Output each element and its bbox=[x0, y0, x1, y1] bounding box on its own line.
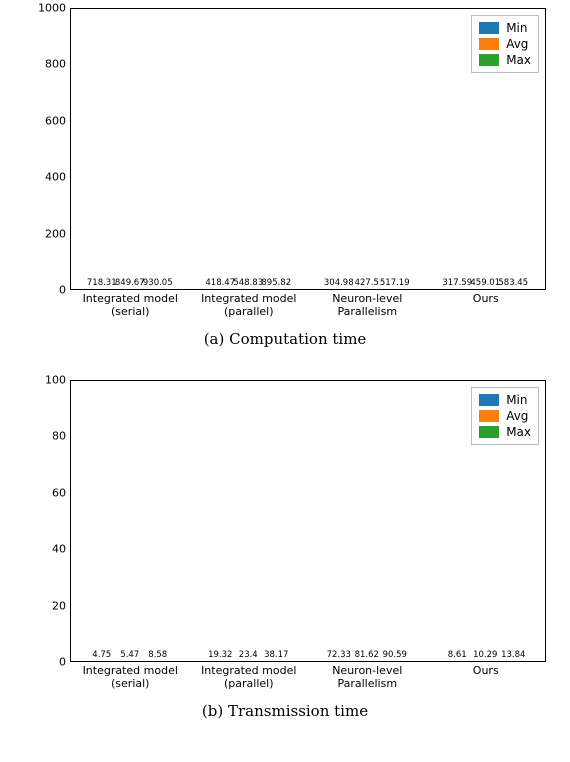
chart-b-legend: Min Avg Max bbox=[471, 387, 539, 445]
bar-value: 72.33 bbox=[327, 650, 351, 660]
legend-swatch-avg bbox=[479, 410, 499, 422]
x-category: Integrated model (parallel) bbox=[191, 289, 307, 318]
legend-row: Avg bbox=[479, 36, 531, 52]
bar-value: 8.61 bbox=[448, 650, 467, 660]
chart-b-plot-wrap: Time Consumption (ms) 0 20 40 60 80 100 … bbox=[70, 380, 546, 662]
chart-b-plot: Min Avg Max 4.75 5.47 8.58 Integrated mo… bbox=[70, 380, 546, 662]
ytick: 60 bbox=[26, 486, 66, 499]
bar-value: 427.5 bbox=[355, 278, 379, 288]
legend-label: Max bbox=[506, 424, 531, 440]
x-category: Integrated model (parallel) bbox=[191, 661, 307, 690]
legend-row: Max bbox=[479, 424, 531, 440]
x-category-line: Integrated model bbox=[201, 664, 296, 677]
x-category-line: (serial) bbox=[111, 677, 149, 690]
ytick: 0 bbox=[26, 656, 66, 669]
ytick: 0 bbox=[26, 284, 66, 297]
bar-value: 718.31 bbox=[87, 278, 117, 288]
ytick: 400 bbox=[26, 171, 66, 184]
legend-swatch-min bbox=[479, 394, 499, 406]
ytick: 800 bbox=[26, 58, 66, 71]
x-category-line: (parallel) bbox=[224, 677, 274, 690]
x-category: Ours bbox=[428, 661, 544, 678]
x-category: Neuron-level Parallelism bbox=[309, 661, 425, 690]
bar-value: 90.59 bbox=[383, 650, 407, 660]
legend-swatch-max bbox=[479, 426, 499, 438]
chart-a-plot-wrap: Time Consumption (ms) 0 200 400 600 800 … bbox=[70, 8, 546, 290]
bar-value: 517.19 bbox=[380, 278, 410, 288]
x-category: Integrated model (serial) bbox=[72, 661, 188, 690]
bar-value: 418.47 bbox=[205, 278, 235, 288]
chart-a-block: Time Consumption (ms) 0 200 400 600 800 … bbox=[10, 8, 560, 348]
ytick: 1000 bbox=[26, 2, 66, 15]
bar-value: 81.62 bbox=[355, 650, 379, 660]
x-category: Integrated model (serial) bbox=[72, 289, 188, 318]
bar-value: 19.32 bbox=[208, 650, 232, 660]
legend-swatch-avg bbox=[479, 38, 499, 50]
x-category-line: Ours bbox=[473, 292, 499, 305]
page: Time Consumption (ms) 0 200 400 600 800 … bbox=[0, 0, 570, 762]
bar-value: 10.29 bbox=[473, 650, 497, 660]
ytick: 100 bbox=[26, 374, 66, 387]
chart-a-plot: Min Avg Max 718.31 849.67 930.05 Integra… bbox=[70, 8, 546, 290]
bar-value: 459.01 bbox=[470, 278, 500, 288]
chart-b-caption: (b) Transmission time bbox=[10, 702, 560, 720]
spacer bbox=[10, 358, 560, 380]
x-category-line: Neuron-level bbox=[332, 292, 402, 305]
legend-label: Min bbox=[506, 20, 527, 36]
bar-value: 5.47 bbox=[120, 650, 139, 660]
legend-row: Min bbox=[479, 392, 531, 408]
x-category-line: Integrated model bbox=[201, 292, 296, 305]
x-category-line: (parallel) bbox=[224, 305, 274, 318]
bar-value: 849.67 bbox=[115, 278, 145, 288]
bar-value: 317.59 bbox=[442, 278, 472, 288]
x-category-line: Ours bbox=[473, 664, 499, 677]
x-category-line: Parallelism bbox=[337, 677, 397, 690]
legend-swatch-max bbox=[479, 54, 499, 66]
legend-label: Max bbox=[506, 52, 531, 68]
bar-value: 4.75 bbox=[92, 650, 111, 660]
x-category-line: Integrated model bbox=[83, 664, 178, 677]
legend-label: Avg bbox=[506, 36, 528, 52]
legend-row: Min bbox=[479, 20, 531, 36]
legend-row: Max bbox=[479, 52, 531, 68]
x-category-line: Parallelism bbox=[337, 305, 397, 318]
legend-row: Avg bbox=[479, 408, 531, 424]
bar-value: 38.17 bbox=[264, 650, 288, 660]
bar-value: 23.4 bbox=[239, 650, 258, 660]
bar-value: 8.58 bbox=[148, 650, 167, 660]
x-category-line: Integrated model bbox=[83, 292, 178, 305]
chart-a-legend: Min Avg Max bbox=[471, 15, 539, 73]
bar-value: 304.98 bbox=[324, 278, 354, 288]
x-category: Neuron-level Parallelism bbox=[309, 289, 425, 318]
ytick: 20 bbox=[26, 599, 66, 612]
legend-label: Avg bbox=[506, 408, 528, 424]
chart-b-block: Time Consumption (ms) 0 20 40 60 80 100 … bbox=[10, 380, 560, 720]
legend-label: Min bbox=[506, 392, 527, 408]
legend-swatch-min bbox=[479, 22, 499, 34]
x-category-line: (serial) bbox=[111, 305, 149, 318]
bar-value: 930.05 bbox=[143, 278, 173, 288]
bar-value: 583.45 bbox=[498, 278, 528, 288]
bar-value: 548.83 bbox=[233, 278, 263, 288]
ytick: 200 bbox=[26, 227, 66, 240]
x-category: Ours bbox=[428, 289, 544, 306]
ytick: 80 bbox=[26, 430, 66, 443]
bar-value: 895.82 bbox=[261, 278, 291, 288]
x-category-line: Neuron-level bbox=[332, 664, 402, 677]
ytick: 40 bbox=[26, 543, 66, 556]
chart-a-caption: (a) Computation time bbox=[10, 330, 560, 348]
ytick: 600 bbox=[26, 114, 66, 127]
bar-value: 13.84 bbox=[501, 650, 525, 660]
